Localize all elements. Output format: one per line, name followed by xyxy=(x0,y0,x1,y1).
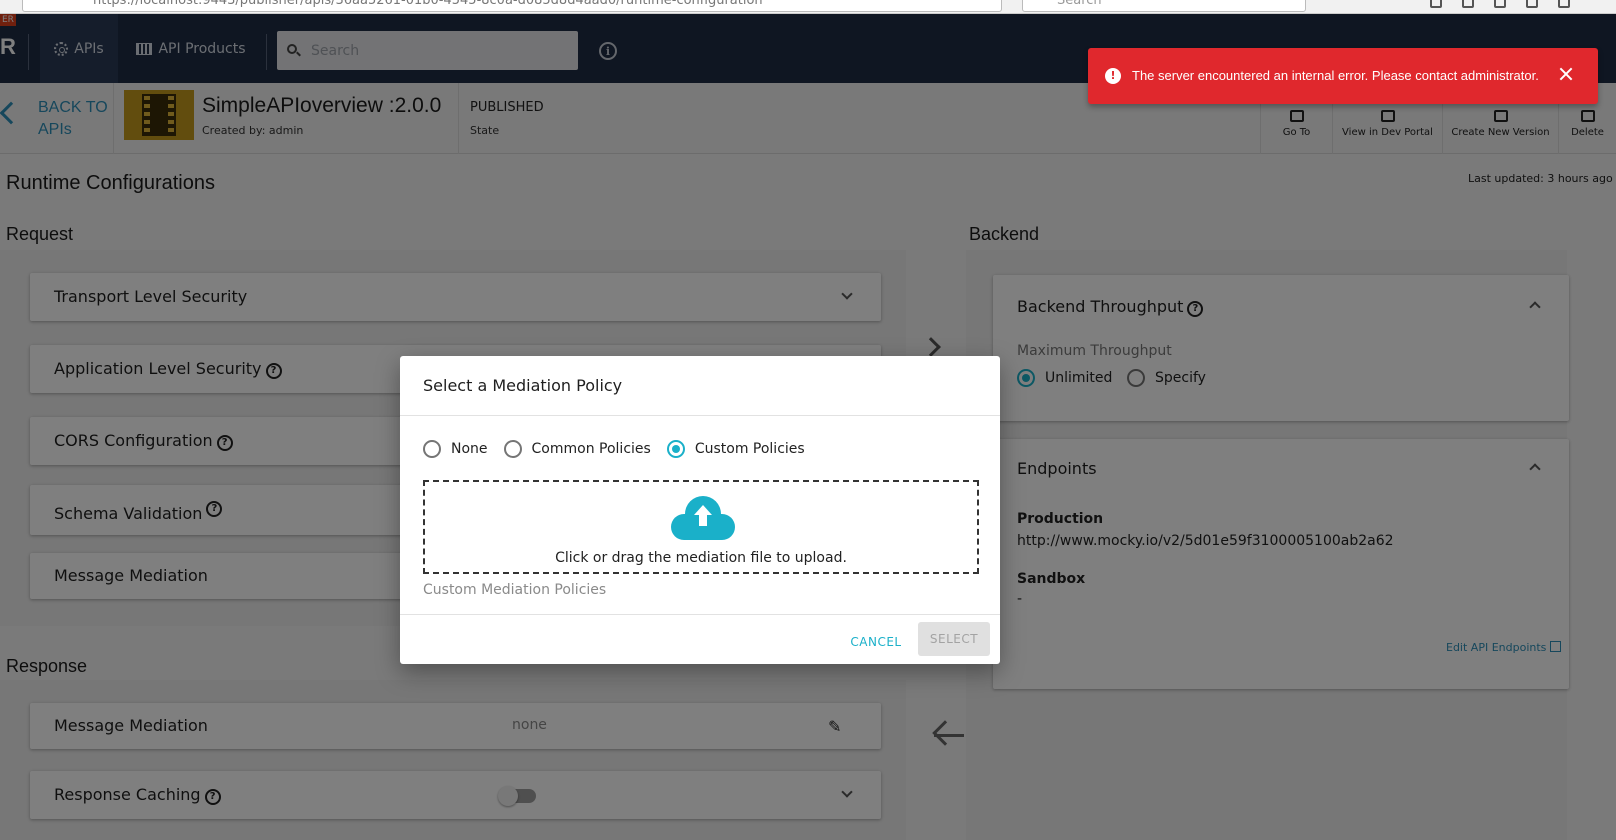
radio-selected xyxy=(666,440,685,458)
extension-icon[interactable] xyxy=(1526,0,1538,8)
custom-mediation-label: Custom Mediation Policies xyxy=(423,582,607,598)
divider xyxy=(400,614,1000,615)
radio-custom-policies[interactable]: Custom Policies xyxy=(666,440,805,458)
mediation-policy-dialog: Select a Mediation Policy None Common Po… xyxy=(400,356,1000,664)
library-icon[interactable] xyxy=(1462,0,1474,8)
sidebar-icon[interactable] xyxy=(1494,0,1506,8)
dialog-title: Select a Mediation Policy xyxy=(423,376,623,395)
divider xyxy=(400,415,1000,416)
file-dropzone[interactable]: Click or drag the mediation file to uplo… xyxy=(423,480,979,574)
close-icon[interactable] xyxy=(1556,64,1576,84)
radio-unselected xyxy=(503,440,522,458)
error-message: The server encountered an internal error… xyxy=(1132,68,1539,83)
error-toast: ! The server encountered an internal err… xyxy=(1088,48,1598,104)
account-icon[interactable] xyxy=(1558,0,1570,8)
dropzone-text: Click or drag the mediation file to uplo… xyxy=(555,550,847,566)
browser-search-bar[interactable]: Search xyxy=(1022,0,1306,12)
select-button[interactable]: SELECT xyxy=(918,622,990,656)
radio-none-label: None xyxy=(451,441,488,457)
cancel-button[interactable]: CANCEL xyxy=(844,626,908,658)
radio-custom-policies-label: Custom Policies xyxy=(694,441,805,457)
radio-unselected xyxy=(423,440,441,458)
cloud-upload-icon xyxy=(671,496,735,540)
radio-common-policies[interactable]: Common Policies xyxy=(503,440,651,458)
policy-type-radio-group: None Common Policies Custom Policies xyxy=(423,440,805,458)
error-icon: ! xyxy=(1105,68,1121,84)
radio-none[interactable]: None xyxy=(423,440,488,458)
browser-toolbar-icons xyxy=(1430,0,1600,10)
browser-chrome: https://localhost:9443/publisher/apis/36… xyxy=(0,0,1616,14)
download-icon[interactable] xyxy=(1430,0,1442,8)
radio-common-policies-label: Common Policies xyxy=(531,441,651,457)
browser-url-bar[interactable]: https://localhost:9443/publisher/apis/36… xyxy=(22,0,1002,12)
